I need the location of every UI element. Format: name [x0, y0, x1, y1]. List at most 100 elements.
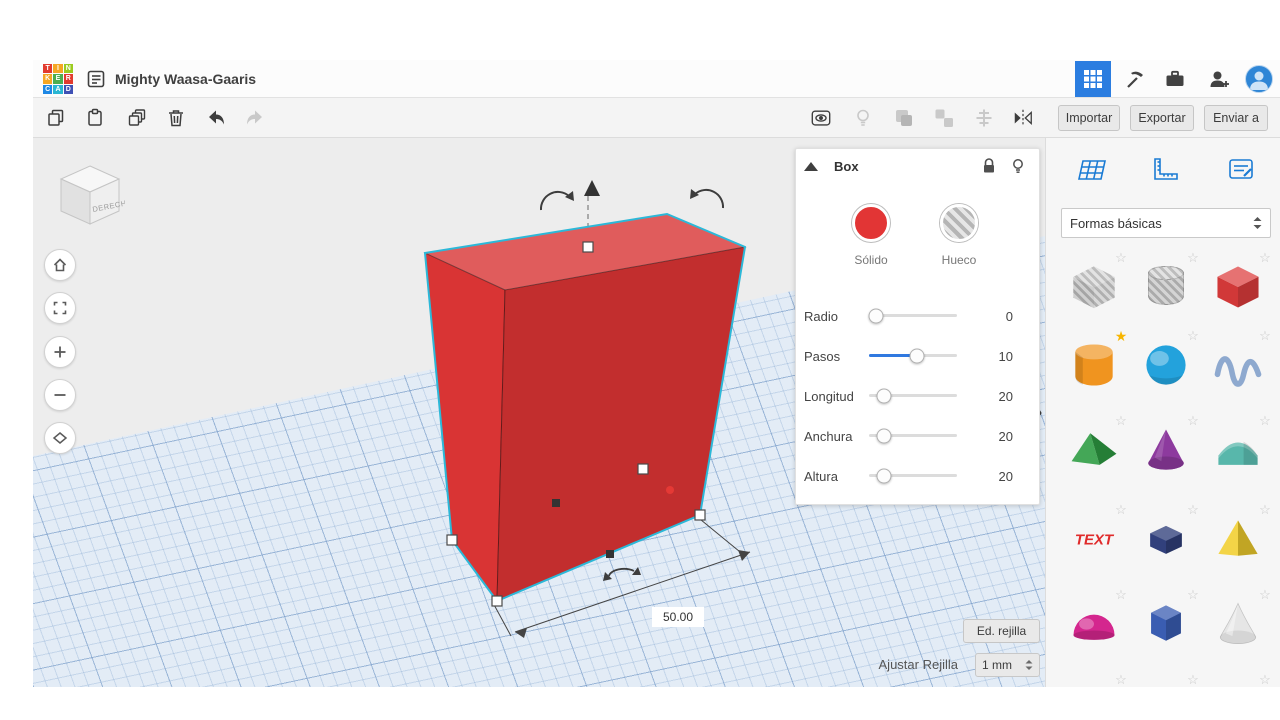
- collapse-panel-icon[interactable]: [804, 162, 818, 171]
- show-hidden-icon[interactable]: [810, 107, 832, 129]
- edit-grid-button[interactable]: Ed. rejilla: [963, 619, 1040, 643]
- slider-track[interactable]: [869, 348, 957, 363]
- slider-row-width: Anchura 20: [796, 418, 1041, 454]
- fit-view-button[interactable]: [44, 292, 76, 324]
- solid-swatch[interactable]: [852, 204, 890, 242]
- shape-tile-text[interactable]: TEXT: [1066, 511, 1122, 567]
- shape-tile-round-roof[interactable]: [1210, 422, 1266, 478]
- view-cube[interactable]: DERECHA: [55, 160, 125, 232]
- briefcase-icon[interactable]: [1163, 67, 1187, 91]
- dimension-value-label[interactable]: 50.00: [652, 607, 704, 627]
- delete-icon[interactable]: [165, 107, 187, 129]
- shape-tile-sphere[interactable]: [1138, 337, 1194, 393]
- rotate-handle-bottom[interactable]: [603, 567, 641, 581]
- raise-handle-cone[interactable]: [584, 180, 600, 196]
- slider-knob[interactable]: [868, 308, 884, 323]
- lock-icon[interactable]: [980, 157, 998, 175]
- favorite-star-icon[interactable]: ☆: [1186, 673, 1200, 687]
- favorite-star-icon[interactable]: ☆: [1258, 673, 1272, 687]
- group-icon[interactable]: [893, 107, 915, 129]
- perspective-toggle-button[interactable]: [44, 422, 76, 454]
- import-button[interactable]: Importar: [1058, 105, 1120, 131]
- snap-point[interactable]: [666, 486, 674, 494]
- shape-tile-box-hole[interactable]: [1066, 259, 1122, 315]
- favorite-star-icon[interactable]: ☆: [1114, 673, 1128, 687]
- rotate-handle-left[interactable]: [539, 190, 574, 211]
- design-title[interactable]: Mighty Waasa-Gaaris: [115, 60, 256, 98]
- favorite-star-icon[interactable]: ☆: [1186, 329, 1200, 343]
- sphere-shape-icon: [1146, 345, 1186, 385]
- undo-icon[interactable]: [205, 107, 227, 129]
- favorite-star-icon[interactable]: ☆: [1186, 588, 1200, 602]
- blocks-pickaxe-icon[interactable]: [1122, 67, 1146, 91]
- workplane-tool-icon[interactable]: [1074, 153, 1108, 187]
- mirror-icon[interactable]: [1012, 107, 1034, 129]
- paste-icon[interactable]: [84, 107, 106, 129]
- favorite-star-icon[interactable]: ☆: [1186, 503, 1200, 517]
- copy-icon[interactable]: [45, 107, 67, 129]
- favorite-star-icon[interactable]: ★: [1114, 329, 1128, 343]
- favorite-star-icon[interactable]: ☆: [1114, 251, 1128, 265]
- slider-track[interactable]: [869, 428, 957, 443]
- shape-tile-roof[interactable]: [1066, 422, 1122, 478]
- shape-tile-pyramid[interactable]: [1210, 511, 1266, 567]
- export-button[interactable]: Exportar: [1130, 105, 1194, 131]
- slider-value[interactable]: 20: [971, 458, 1013, 494]
- slider-knob[interactable]: [876, 428, 892, 443]
- hole-swatch[interactable]: [940, 204, 978, 242]
- ungroup-icon[interactable]: [933, 107, 955, 129]
- favorite-star-icon[interactable]: ☆: [1114, 414, 1128, 428]
- user-avatar[interactable]: [1245, 65, 1273, 93]
- slider-value[interactable]: 20: [971, 378, 1013, 414]
- shape-tile-box[interactable]: [1210, 259, 1266, 315]
- zoom-out-button[interactable]: [44, 379, 76, 411]
- notes-tool-icon[interactable]: [1224, 153, 1258, 187]
- hole-label: Hueco: [941, 253, 977, 267]
- slider-track[interactable]: [869, 468, 957, 483]
- favorite-star-icon[interactable]: ☆: [1258, 251, 1272, 265]
- tinkercad-logo-icon[interactable]: T I N K E R C A D: [43, 64, 73, 94]
- favorite-star-icon[interactable]: ☆: [1258, 503, 1272, 517]
- rotate-handle-right[interactable]: [690, 188, 725, 209]
- slider-track[interactable]: [868, 308, 957, 323]
- slider-value[interactable]: 0: [971, 298, 1013, 334]
- redo-icon[interactable]: [244, 107, 266, 129]
- shape-tile-hex-prism[interactable]: [1138, 596, 1194, 652]
- document-menu-icon[interactable]: [85, 68, 107, 90]
- favorite-star-icon[interactable]: ☆: [1114, 503, 1128, 517]
- duplicate-icon[interactable]: [126, 107, 148, 129]
- shape-tile-cylinder[interactable]: [1066, 337, 1122, 393]
- slider-value[interactable]: 10: [971, 338, 1013, 374]
- shape-tile-cylinder-hole[interactable]: [1138, 259, 1194, 315]
- shape-tile-polygon[interactable]: [1138, 511, 1194, 567]
- snap-grid-dropdown[interactable]: 1 mm: [975, 653, 1040, 677]
- shape-tile-paraboloid[interactable]: [1210, 596, 1266, 652]
- text-shape-icon: TEXT: [1075, 532, 1115, 549]
- favorite-star-icon[interactable]: ☆: [1186, 414, 1200, 428]
- slider-track[interactable]: [869, 388, 957, 403]
- hide-lightbulb-icon[interactable]: [1009, 157, 1027, 175]
- send-to-button[interactable]: Enviar a: [1204, 105, 1268, 131]
- zoom-in-button[interactable]: [44, 336, 76, 368]
- slider-value[interactable]: 20: [971, 418, 1013, 454]
- shape-category-dropdown[interactable]: Formas básicas: [1061, 208, 1271, 238]
- cylinder-shape-icon: [1075, 344, 1113, 386]
- align-icon[interactable]: [973, 107, 995, 129]
- shape-tile-scribble[interactable]: [1210, 337, 1266, 393]
- favorite-star-icon[interactable]: ☆: [1186, 251, 1200, 265]
- slider-knob[interactable]: [876, 388, 892, 403]
- favorite-star-icon[interactable]: ☆: [1258, 329, 1272, 343]
- dashboard-grid-button[interactable]: [1075, 61, 1111, 97]
- add-person-icon[interactable]: [1207, 67, 1231, 91]
- shape-tile-cone[interactable]: [1138, 422, 1194, 478]
- favorite-star-icon[interactable]: ☆: [1258, 414, 1272, 428]
- view-home-button[interactable]: [44, 249, 76, 281]
- ruler-tool-icon[interactable]: [1147, 153, 1181, 187]
- slider-knob[interactable]: [876, 468, 892, 483]
- favorite-star-icon[interactable]: ☆: [1114, 588, 1128, 602]
- shape-tile-half-sphere[interactable]: [1066, 596, 1122, 652]
- lightbulb-icon[interactable]: [852, 107, 874, 129]
- round-roof-shape-icon: [1218, 441, 1258, 465]
- favorite-star-icon[interactable]: ☆: [1258, 588, 1272, 602]
- slider-knob[interactable]: [909, 348, 925, 363]
